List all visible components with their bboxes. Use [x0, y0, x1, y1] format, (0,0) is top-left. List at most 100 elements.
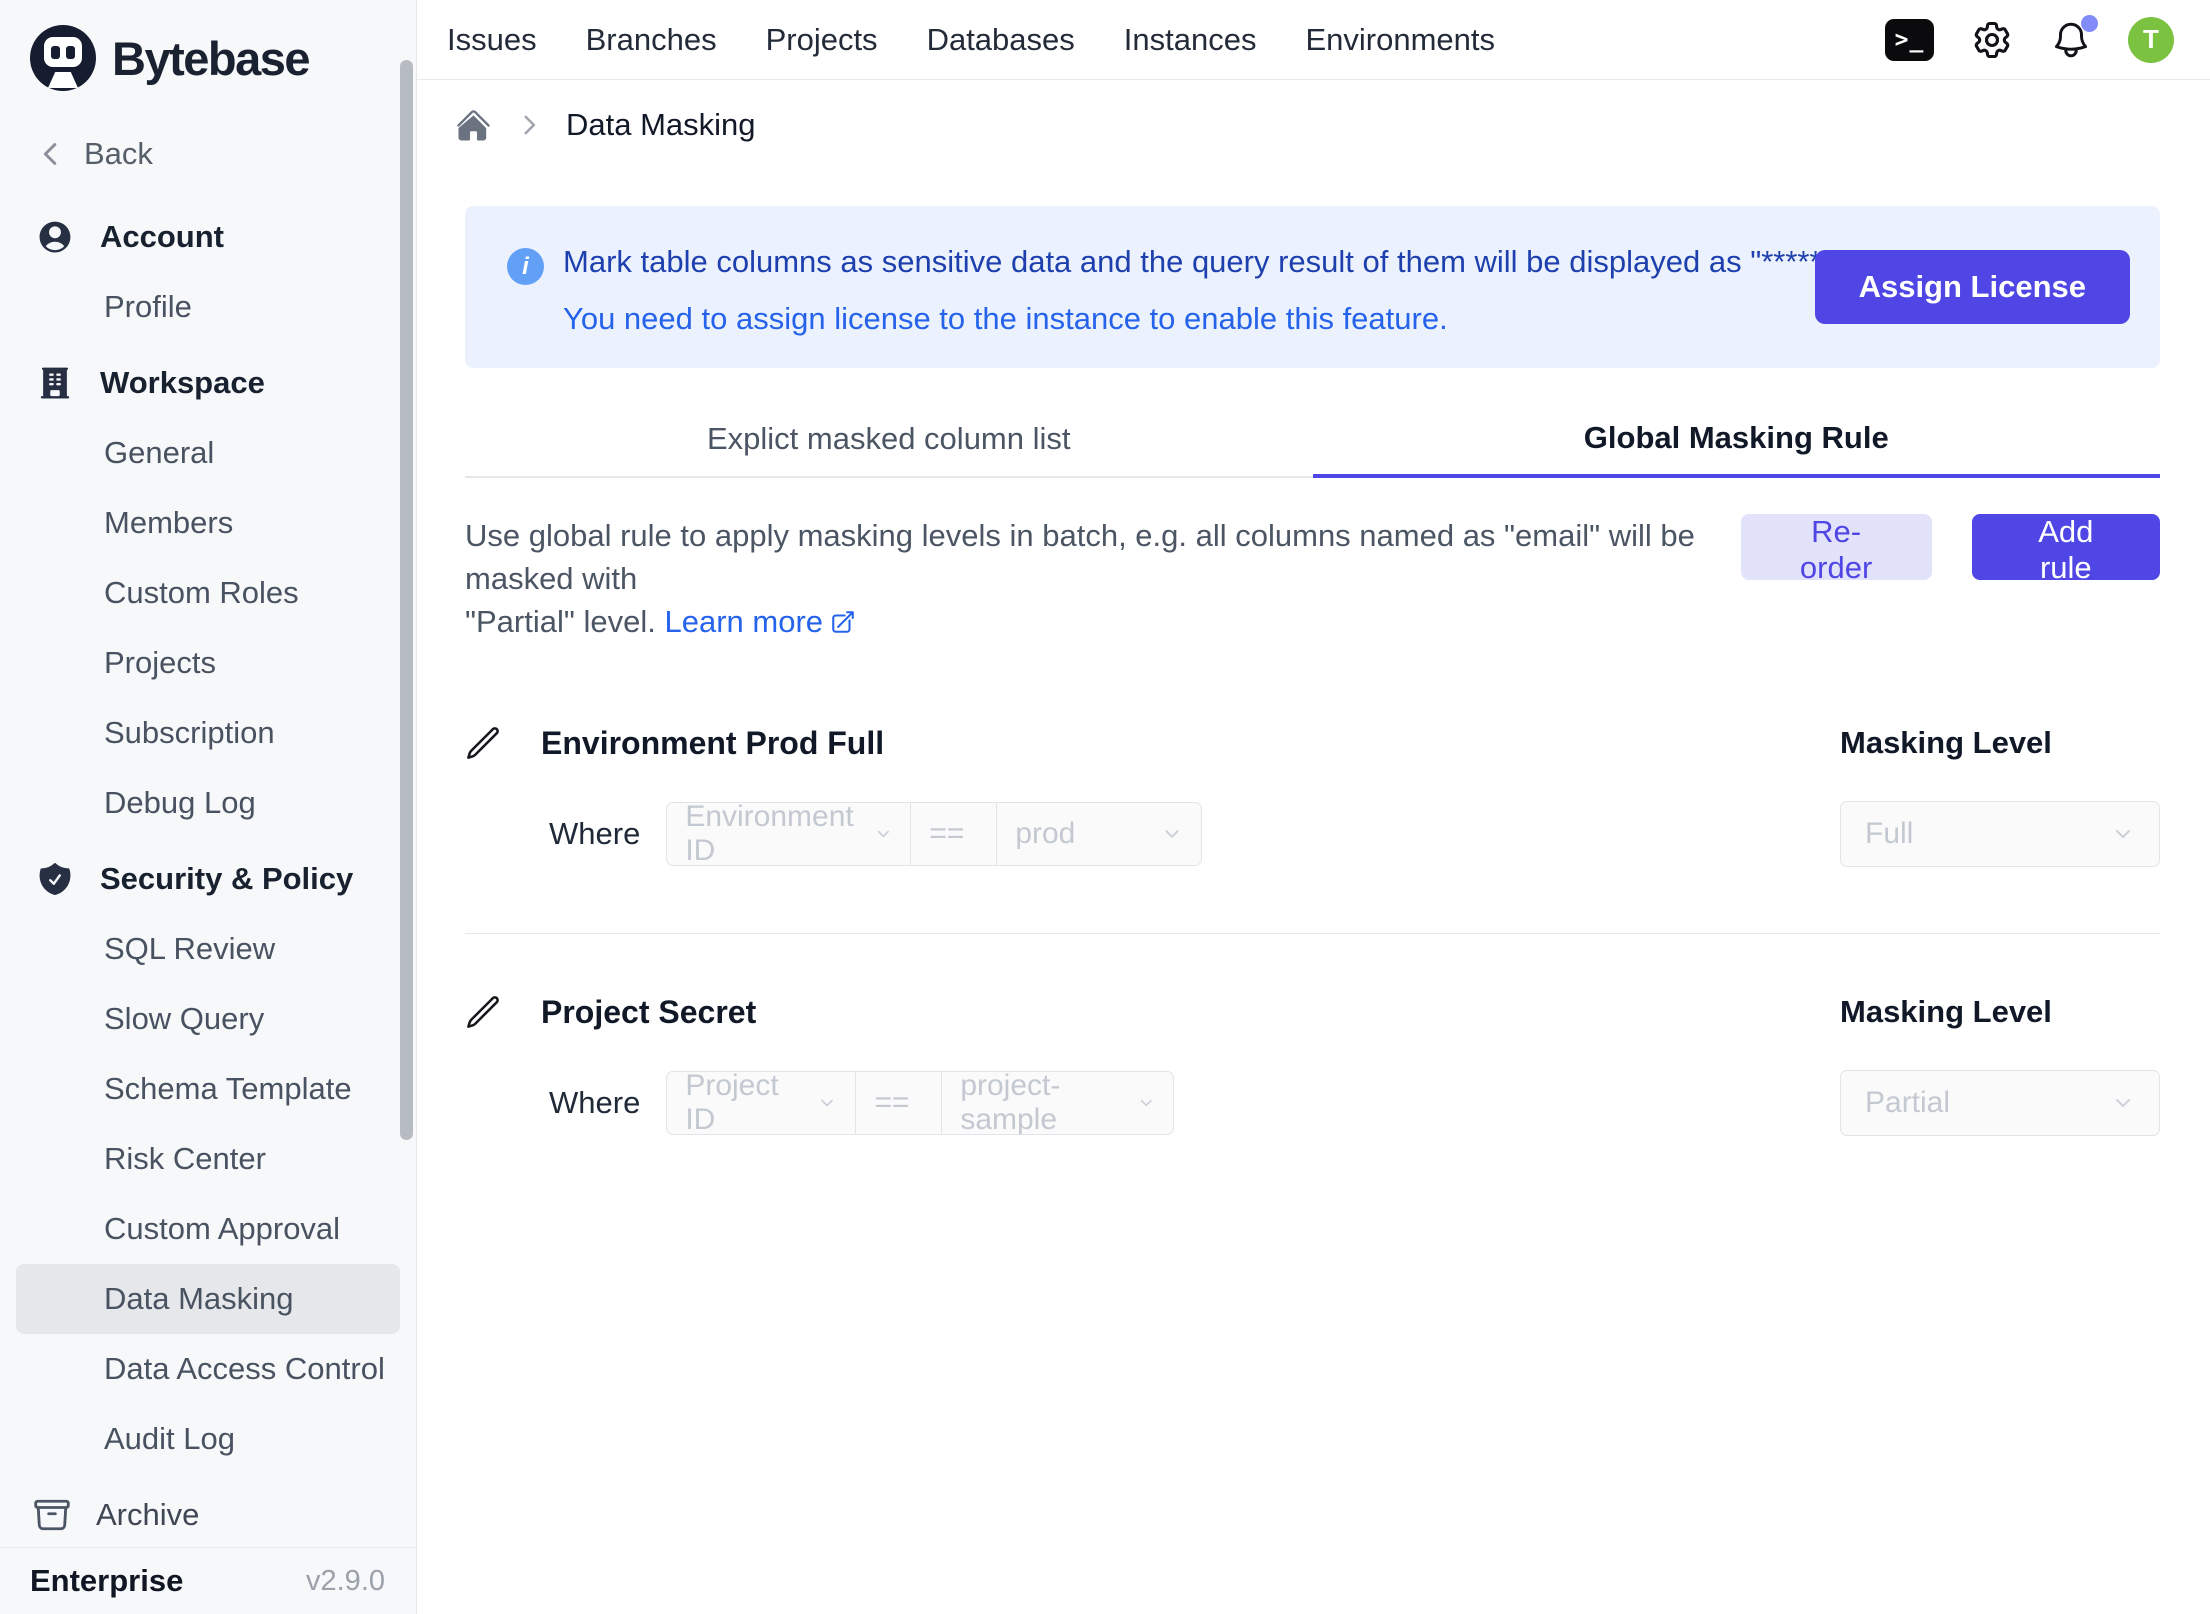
condition-field-select[interactable]: Project ID	[667, 1072, 855, 1134]
sidebar-nav: Account Profile Workspace General Member…	[0, 202, 416, 1614]
condition-value-select[interactable]: project-sample	[941, 1072, 1173, 1134]
sidebar-item-debug-log[interactable]: Debug Log	[0, 768, 416, 838]
nav-item-instances[interactable]: Instances	[1124, 22, 1257, 58]
back-label: Back	[84, 136, 153, 172]
sidebar-item-projects[interactable]: Projects	[0, 628, 416, 698]
learn-more-link[interactable]: Learn more	[664, 600, 856, 643]
rules-toolbar: Use global rule to apply masking levels …	[465, 514, 2160, 643]
bytebase-logo[interactable]: Bytebase	[30, 22, 416, 94]
sidebar-item-custom-roles[interactable]: Custom Roles	[0, 558, 416, 628]
sidebar-item-profile[interactable]: Profile	[0, 272, 416, 342]
nav-item-environments[interactable]: Environments	[1305, 22, 1495, 58]
sidebar-item-subscription[interactable]: Subscription	[0, 698, 416, 768]
masking-level-label: Masking Level	[1840, 994, 2160, 1030]
rules-description-line2-wrap: "Partial" level. Learn more	[465, 600, 1741, 643]
assign-license-button[interactable]: Assign License	[1815, 250, 2130, 324]
back-button[interactable]: Back	[36, 132, 416, 176]
where-label: Where	[549, 1085, 640, 1121]
sidebar-footer: Enterprise v2.9.0	[0, 1547, 415, 1614]
nav-item-projects[interactable]: Projects	[766, 22, 878, 58]
condition-value-select[interactable]: prod	[996, 803, 1201, 865]
sidebar-item-schema-template[interactable]: Schema Template	[0, 1054, 416, 1124]
sql-editor-terminal-icon[interactable]: >_	[1885, 19, 1934, 61]
sidebar-section-account: Account	[0, 202, 416, 272]
sidebar-item-slow-query[interactable]: Slow Query	[0, 984, 416, 1054]
archive-label: Archive	[96, 1497, 199, 1533]
notification-badge	[2081, 15, 2098, 32]
shield-icon	[36, 860, 74, 898]
sidebar-scrollbar[interactable]	[400, 60, 413, 1140]
sidebar-item-general[interactable]: General	[0, 418, 416, 488]
banner-message: Mark table columns as sensitive data and…	[563, 233, 1865, 290]
where-label: Where	[549, 816, 640, 852]
nav-item-branches[interactable]: Branches	[586, 22, 717, 58]
sidebar-bottom: Archive Enterprise v2.9.0	[0, 1483, 415, 1614]
rule-title: Environment Prod Full	[541, 725, 884, 762]
rules-description-line1: Use global rule to apply masking levels …	[465, 514, 1741, 600]
external-link-icon	[830, 609, 856, 635]
home-icon[interactable]	[455, 107, 492, 144]
condition-group: Project ID == project-sample	[666, 1071, 1174, 1135]
bytebase-logo-icon	[30, 25, 96, 91]
notifications-bell-icon[interactable]	[2050, 19, 2092, 61]
masking-level-select[interactable]: Full	[1840, 801, 2160, 867]
add-rule-button[interactable]: Add rule	[1972, 514, 2160, 580]
user-icon	[36, 218, 74, 256]
plan-badge: Enterprise	[30, 1563, 183, 1599]
sidebar: Bytebase Back Account Profile Workspace	[0, 0, 417, 1614]
brand-name: Bytebase	[112, 31, 309, 86]
nav-item-databases[interactable]: Databases	[927, 22, 1075, 58]
sidebar-item-risk-center[interactable]: Risk Center	[0, 1124, 416, 1194]
sidebar-item-custom-approval[interactable]: Custom Approval	[0, 1194, 416, 1264]
sidebar-item-data-masking[interactable]: Data Masking	[16, 1264, 400, 1334]
chevron-right-icon	[516, 112, 542, 138]
version-label: v2.9.0	[306, 1565, 385, 1598]
edit-pencil-icon[interactable]	[465, 994, 501, 1030]
reorder-button[interactable]: Re-order	[1741, 514, 1932, 580]
license-info-banner: i Mark table columns as sensitive data a…	[465, 206, 2160, 368]
sidebar-item-data-access-control[interactable]: Data Access Control	[0, 1334, 416, 1404]
main-area: Issues Branches Projects Databases Insta…	[417, 0, 2210, 1614]
toolbar-buttons: Re-order Add rule	[1741, 514, 2160, 580]
rules-description-line2: "Partial" level.	[465, 604, 656, 639]
rule-divider	[465, 933, 2160, 934]
top-icons: >_ T	[1885, 17, 2174, 63]
nav-item-issues[interactable]: Issues	[447, 22, 537, 58]
sidebar-item-sql-review[interactable]: SQL Review	[0, 914, 416, 984]
page-title: Data Masking	[566, 107, 756, 143]
section-label: Security & Policy	[100, 861, 353, 897]
breadcrumb: Data Masking	[455, 80, 2160, 170]
top-bar: Issues Branches Projects Databases Insta…	[417, 0, 2210, 80]
tab-global-masking-rule[interactable]: Global Masking Rule	[1313, 402, 2161, 478]
sidebar-section-security-policy: Security & Policy	[0, 844, 416, 914]
info-icon: i	[507, 248, 544, 285]
masking-level-select[interactable]: Partial	[1840, 1070, 2160, 1136]
condition-field-select[interactable]: Environment ID	[667, 803, 910, 865]
condition-operator-select[interactable]: ==	[910, 803, 996, 865]
page-content: Data Masking i Mark table columns as sen…	[417, 80, 2210, 1614]
masking-tabs: Explict masked column list Global Maskin…	[465, 402, 2160, 478]
sidebar-section-workspace: Workspace	[0, 348, 416, 418]
rule-title: Project Secret	[541, 994, 756, 1031]
building-icon	[36, 364, 74, 402]
archive-icon	[32, 1495, 72, 1535]
user-avatar[interactable]: T	[2128, 17, 2174, 63]
rules-description: Use global rule to apply masking levels …	[465, 514, 1741, 643]
sidebar-item-audit-log[interactable]: Audit Log	[0, 1404, 416, 1474]
masking-rule-project-secret: Project Secret Masking Level Where Proje…	[465, 984, 2160, 1136]
app-root: Bytebase Back Account Profile Workspace	[0, 0, 2210, 1614]
section-label: Account	[100, 219, 224, 255]
masking-rule-environment-prod-full: Environment Prod Full Masking Level Wher…	[465, 715, 2160, 934]
sidebar-item-members[interactable]: Members	[0, 488, 416, 558]
section-label: Workspace	[100, 365, 265, 401]
condition-operator-select[interactable]: ==	[855, 1072, 941, 1134]
sidebar-item-archive[interactable]: Archive	[0, 1483, 415, 1547]
settings-gear-icon[interactable]	[1970, 18, 2014, 62]
masking-level-label: Masking Level	[1840, 725, 2160, 761]
chevron-left-icon	[36, 139, 66, 169]
condition-group: Environment ID == prod	[666, 802, 1202, 866]
tab-explicit-masked-column-list[interactable]: Explict masked column list	[465, 402, 1313, 478]
banner-submessage: You need to assign license to the instan…	[563, 290, 1865, 347]
edit-pencil-icon[interactable]	[465, 725, 501, 761]
top-nav: Issues Branches Projects Databases Insta…	[447, 22, 1495, 58]
